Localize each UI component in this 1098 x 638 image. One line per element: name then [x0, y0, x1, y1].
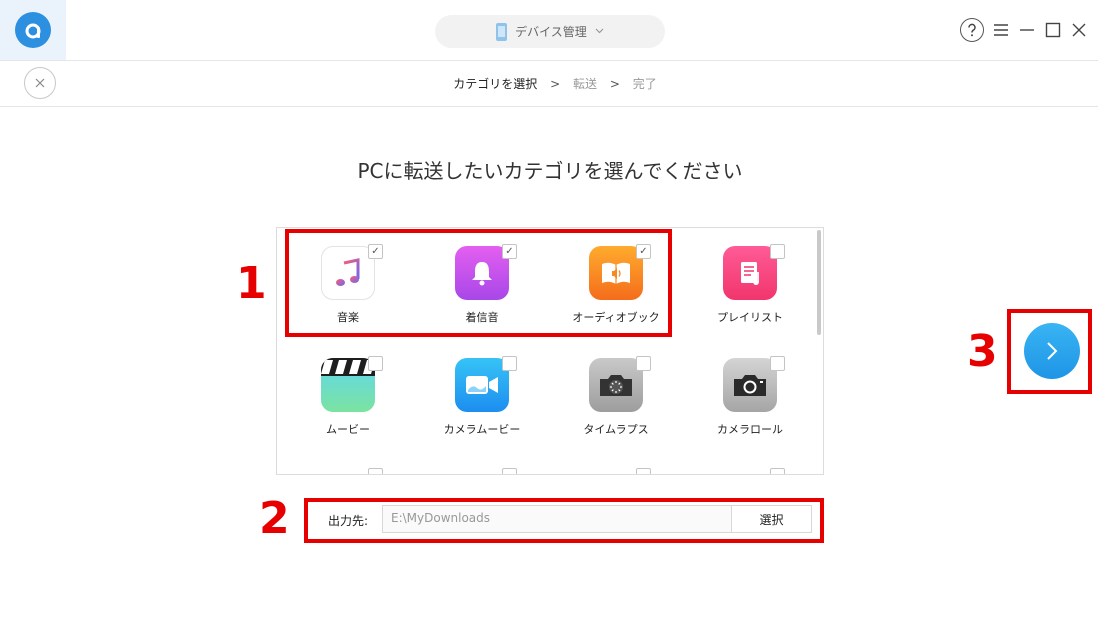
- camera-icon: [723, 358, 777, 412]
- checkbox-partial[interactable]: [502, 468, 517, 474]
- category-label: カメラムービー: [443, 423, 521, 436]
- category-playlist[interactable]: プレイリスト: [679, 228, 813, 338]
- help-button[interactable]: [960, 18, 984, 42]
- partial-icon: [455, 474, 509, 475]
- step-transfer: 転送: [572, 77, 597, 91]
- page-title: PCに転送したいカテゴリを選んでください: [357, 159, 743, 183]
- step-indicator: カテゴリを選択 > 転送 > 完了: [0, 75, 1098, 92]
- checkbox-playlist[interactable]: [770, 244, 785, 259]
- checkbox-partial[interactable]: [636, 468, 651, 474]
- checkbox-partial[interactable]: [368, 468, 383, 474]
- annotation-number-1: 1: [236, 258, 267, 309]
- device-selector[interactable]: デバイス管理: [435, 15, 665, 48]
- category-partial: [545, 452, 679, 475]
- minimize-icon: [1020, 29, 1034, 31]
- step-bar: カテゴリを選択 > 転送 > 完了: [0, 61, 1098, 107]
- category-movie[interactable]: ムービー: [277, 340, 411, 450]
- annotation-box-2: [304, 498, 824, 543]
- close-window-button[interactable]: [1070, 18, 1088, 42]
- checkbox-movie[interactable]: [368, 356, 383, 371]
- annotation-box-1: [285, 229, 672, 337]
- menu-icon: [994, 24, 1008, 36]
- checkbox-partial[interactable]: [770, 468, 785, 474]
- title-bar: デバイス管理: [0, 0, 1098, 61]
- step-select-category: カテゴリを選択: [453, 77, 538, 91]
- step-complete: 完了: [632, 77, 657, 91]
- category-partial: [679, 452, 813, 475]
- maximize-button[interactable]: [1044, 18, 1062, 42]
- device-selector-label: デバイス管理: [515, 25, 587, 39]
- playlist-icon: [723, 246, 777, 300]
- annotation-box-3: [1007, 309, 1092, 394]
- chevron-down-icon: [595, 26, 604, 37]
- category-timelapse[interactable]: タイムラプス: [545, 340, 679, 450]
- maximize-icon: [1045, 22, 1061, 38]
- minimize-button[interactable]: [1018, 18, 1036, 42]
- category-label: タイムラプス: [583, 423, 649, 436]
- app-logo-icon: [15, 12, 51, 48]
- window-controls: [960, 18, 1088, 42]
- close-icon: [1072, 23, 1086, 37]
- category-camera-movie[interactable]: カメラムービー: [411, 340, 545, 450]
- category-label: プレイリスト: [717, 311, 783, 324]
- category-label: ムービー: [326, 423, 370, 436]
- category-camera-roll[interactable]: カメラロール: [679, 340, 813, 450]
- timelapse-camera-icon: [589, 358, 643, 412]
- video-camera-icon: [455, 358, 509, 412]
- app-logo-area: [0, 0, 66, 60]
- checkbox-timelapse[interactable]: [636, 356, 651, 371]
- annotation-number-3: 3: [967, 326, 998, 377]
- checkbox-camera-roll[interactable]: [770, 356, 785, 371]
- checkbox-camera-movie[interactable]: [502, 356, 517, 371]
- step-separator: >: [550, 77, 561, 91]
- phone-icon: [496, 22, 508, 41]
- category-partial: [411, 452, 545, 475]
- category-label: カメラロール: [717, 423, 783, 436]
- movie-clapper-icon: [321, 358, 375, 412]
- partial-icon: [723, 474, 777, 475]
- annotation-number-2: 2: [259, 493, 290, 544]
- step-separator: >: [609, 77, 620, 91]
- partial-icon: [321, 474, 375, 475]
- category-partial: [277, 452, 411, 475]
- partial-icon: [589, 474, 643, 475]
- menu-button[interactable]: [992, 18, 1010, 42]
